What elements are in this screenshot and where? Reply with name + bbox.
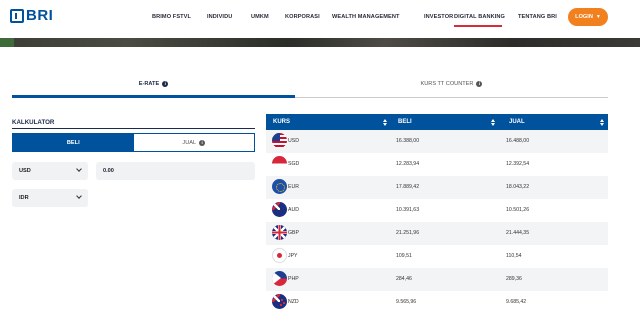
nav-item-umkm[interactable]: UMKM: [251, 14, 269, 20]
buy-sell-toggle: BELI JUAL i: [12, 133, 255, 152]
buy-mode-label: BELI: [66, 139, 80, 146]
tab-kurs-tt-counter[interactable]: KURS TT COUNTER i: [295, 78, 608, 98]
amount-value: 0.00: [103, 168, 114, 174]
buy-rate: 16.388,00: [396, 138, 420, 144]
bri-logo-icon: [10, 8, 24, 23]
calculator-title: KALKULATOR: [12, 119, 55, 126]
buy-rate: 21.251,96: [396, 230, 420, 236]
info-icon[interactable]: i: [162, 81, 169, 87]
nav-active-underline: [454, 25, 502, 27]
nav-item-korporasi[interactable]: KORPORASI: [285, 14, 320, 20]
amount-input[interactable]: 0.00: [96, 162, 255, 180]
au-flag-icon: [272, 202, 287, 217]
table-body: USD 16.388,00 16.488,00 SGD 12.283,94 12.392,…: [266, 130, 608, 314]
tab-kurs-tt-counter-label: KURS TT COUNTER: [420, 81, 474, 87]
buy-mode-button[interactable]: BELI: [13, 134, 134, 151]
chevron-down-icon: [76, 193, 82, 199]
table-row: AUD 10.391,63 10.501,26: [266, 199, 608, 222]
sell-rate: 9.685,42: [506, 299, 527, 305]
info-icon[interactable]: i: [476, 81, 483, 87]
sort-icon[interactable]: [491, 119, 496, 126]
chevron-down-icon: [76, 166, 82, 172]
currency-code: AUD: [288, 207, 299, 213]
header-kurs: KURS: [273, 119, 291, 125]
rate-tabs: E-RATE i KURS TT COUNTER i: [12, 78, 608, 98]
currency-code: NZD: [288, 299, 299, 305]
from-currency-select[interactable]: USD: [12, 162, 88, 180]
sell-mode-button[interactable]: JUAL i: [134, 134, 255, 151]
buy-rate: 10.391,63: [396, 207, 420, 213]
calculator-divider: [12, 128, 255, 129]
brand-name: BRI: [26, 7, 54, 24]
sort-icon[interactable]: [600, 119, 605, 126]
buy-rate: 9.565,96: [396, 299, 417, 305]
sell-rate: 12.392,54: [506, 161, 530, 167]
eu-flag-icon: [272, 179, 287, 194]
login-label: LOGIN: [575, 14, 593, 20]
nav-item-investor[interactable]: INVESTOR: [424, 14, 453, 20]
nav-item-digital-banking[interactable]: DIGITAL BANKING: [454, 14, 505, 20]
table-row: JPY 109,51 110,54: [266, 245, 608, 268]
chevron-down-icon: ▼: [595, 14, 601, 20]
sg-flag-icon: [272, 156, 287, 171]
table-row: SGD 12.283,94 12.392,54: [266, 153, 608, 176]
currency-code: GBP: [288, 230, 299, 236]
currency-code: USD: [288, 138, 299, 144]
sell-rate: 16.488,00: [506, 138, 530, 144]
from-currency-value: USD: [19, 168, 31, 174]
hero-image-strip: [0, 38, 640, 47]
gb-flag-icon: [272, 225, 287, 240]
currency-code: EUR: [288, 184, 299, 190]
to-currency-value: IDR: [19, 195, 29, 201]
sell-rate: 289,36: [506, 276, 522, 282]
currency-code: SGD: [288, 161, 300, 167]
exchange-rate-table: KURS BELI JUAL USD 16.388,00 16.488,00 SGD 1…: [266, 114, 608, 314]
ph-flag-icon: [272, 271, 287, 286]
table-row: USD 16.388,00 16.488,00: [266, 130, 608, 153]
nav-item-wealth-management[interactable]: WEALTH MANAGEMENT: [332, 14, 399, 20]
top-navbar: BRI BRIMO FSTVL INDIVIDU UMKM KORPORASI …: [0, 0, 640, 38]
header-beli: BELI: [398, 119, 412, 125]
buy-rate: 109,51: [396, 253, 412, 259]
to-currency-select[interactable]: IDR: [12, 189, 88, 207]
bri-logo[interactable]: BRI: [10, 7, 53, 24]
sell-rate: 10.501,26: [506, 207, 530, 213]
currency-code: JPY: [288, 253, 298, 259]
us-flag-icon: [272, 133, 287, 148]
buy-rate: 17.889,42: [396, 184, 420, 190]
tab-e-rate[interactable]: E-RATE i: [12, 78, 295, 98]
tab-e-rate-label: E-RATE: [138, 81, 160, 87]
jp-flag-icon: [272, 248, 287, 263]
table-row: NZD 9.565,96 9.685,42: [266, 291, 608, 314]
currency-code: PHP: [288, 276, 299, 282]
nav-item-tentang-bri[interactable]: TENTANG BRI: [518, 14, 557, 20]
login-button[interactable]: LOGIN ▼: [568, 8, 608, 26]
info-icon[interactable]: i: [199, 139, 206, 146]
nav-item-brimo-fstvl[interactable]: BRIMO FSTVL: [152, 14, 191, 20]
buy-rate: 12.283,94: [396, 161, 420, 167]
table-row: EUR 17.889,42 18.043,22: [266, 176, 608, 199]
nz-flag-icon: [272, 294, 287, 309]
buy-rate: 284,46: [396, 276, 412, 282]
sell-mode-label: JUAL: [182, 139, 197, 146]
table-row: PHP 284,46 289,36: [266, 268, 608, 291]
header-jual: JUAL: [509, 119, 525, 125]
nav-item-individu[interactable]: INDIVIDU: [207, 14, 232, 20]
sell-rate: 18.043,22: [506, 184, 530, 190]
sell-rate: 110,54: [506, 253, 522, 259]
table-row: GBP 21.251,96 21.444,35: [266, 222, 608, 245]
table-header: KURS BELI JUAL: [266, 114, 608, 130]
sort-icon[interactable]: [383, 119, 388, 126]
sell-rate: 21.444,35: [506, 230, 530, 236]
